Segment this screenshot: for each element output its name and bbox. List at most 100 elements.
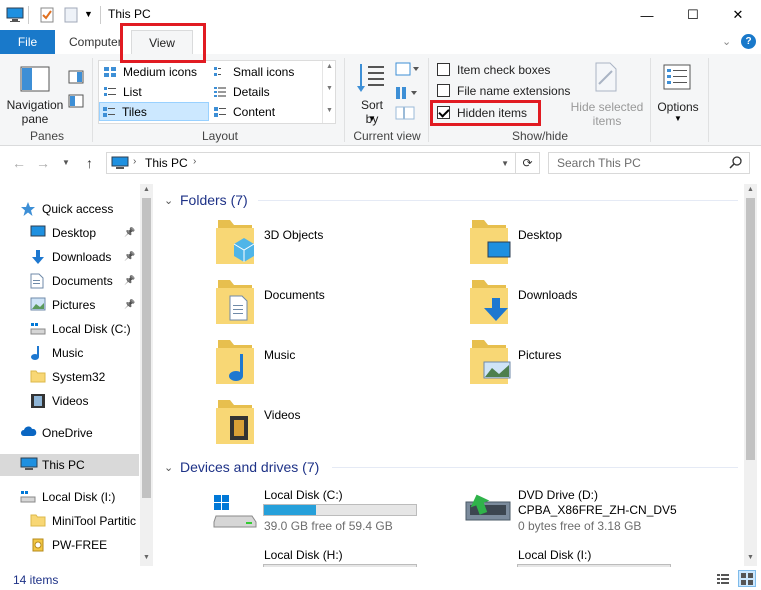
drive-tile-h[interactable]: Local Disk (H:) bbox=[208, 544, 428, 567]
forward-arrow-icon[interactable]: → bbox=[36, 155, 50, 171]
sort-by-button[interactable]: Sort by ▼ bbox=[354, 58, 390, 126]
sidebar-item-label: Pictures bbox=[52, 298, 96, 312]
sidebar-item-system32[interactable]: System32 bbox=[0, 366, 139, 388]
sidebar-item-downloads[interactable]: Downloads 📌 bbox=[0, 246, 139, 268]
computer-icon[interactable] bbox=[6, 7, 24, 26]
maximize-button[interactable]: ☐ bbox=[670, 0, 716, 30]
address-dropdown-icon[interactable]: ▼ bbox=[501, 159, 509, 168]
preview-pane-icon[interactable] bbox=[68, 70, 84, 87]
collapse-drives-icon[interactable]: ⌄ bbox=[164, 461, 173, 474]
sidebar-item-desktop[interactable]: Desktop 📌 bbox=[0, 222, 139, 244]
options-button[interactable]: Options ▼ bbox=[654, 58, 702, 124]
sidebar-item-pw-free[interactable]: PW-FREE bbox=[0, 534, 139, 556]
downloads-icon bbox=[30, 249, 46, 264]
file-name-extensions-label[interactable]: File name extensions bbox=[457, 84, 570, 98]
folder-icon bbox=[210, 334, 260, 389]
customize-toolbar-icon[interactable]: ▼ bbox=[84, 9, 93, 19]
address-field[interactable]: › This PC › ▼ bbox=[106, 152, 516, 174]
nav-pane-scrollbar[interactable]: ▲ ▼ bbox=[140, 184, 153, 566]
breadcrumb[interactable]: This PC bbox=[145, 156, 188, 170]
sidebar-item-local-disk-i[interactable]: Local Disk (I:) bbox=[0, 486, 139, 508]
drive-free-space: 39.0 GB free of 59.4 GB bbox=[264, 519, 393, 533]
folder-tile-desktop[interactable]: Desktop bbox=[462, 214, 682, 270]
tab-computer[interactable]: Computer bbox=[69, 35, 122, 49]
file-name-extensions-checkbox[interactable] bbox=[437, 84, 450, 97]
size-columns-icon[interactable] bbox=[395, 106, 415, 123]
tab-file[interactable]: File bbox=[0, 30, 55, 54]
layout-content[interactable]: Content bbox=[211, 102, 321, 121]
details-pane-icon[interactable] bbox=[68, 94, 84, 111]
pin-icon[interactable]: 📌 bbox=[124, 251, 135, 262]
content-scrollbar[interactable]: ▲ ▼ bbox=[744, 184, 757, 566]
folder-name: Documents bbox=[264, 288, 325, 302]
back-arrow-icon[interactable]: ← bbox=[12, 155, 26, 171]
sidebar-item-music[interactable]: Music bbox=[0, 342, 139, 364]
search-input[interactable]: Search This PC bbox=[548, 152, 750, 174]
divider bbox=[708, 58, 709, 142]
folder-tile-documents[interactable]: Documents bbox=[208, 274, 428, 330]
help-icon[interactable]: ? bbox=[741, 34, 756, 49]
sidebar-item-local-disk-c[interactable]: Local Disk (C:) bbox=[0, 318, 139, 340]
medium-icons-icon bbox=[104, 66, 116, 77]
content-scroll-thumb[interactable] bbox=[746, 198, 755, 460]
layout-small-icons[interactable]: Small icons bbox=[211, 62, 321, 81]
layout-gallery-scroll[interactable]: ▲ ▼ ▼ bbox=[322, 61, 335, 123]
sidebar-item-label: Documents bbox=[52, 274, 113, 288]
divider bbox=[0, 476, 139, 477]
item-check-boxes-label[interactable]: Item check boxes bbox=[457, 63, 550, 77]
minimize-button[interactable]: — bbox=[624, 0, 670, 30]
drive-tile-i[interactable]: Local Disk (I:) bbox=[462, 544, 682, 567]
folders-header[interactable]: Folders (7) bbox=[180, 192, 248, 208]
pin-icon[interactable]: 📌 bbox=[124, 227, 135, 238]
breadcrumb-chevron-icon[interactable]: › bbox=[133, 156, 136, 167]
sidebar-item-pictures[interactable]: Pictures 📌 bbox=[0, 294, 139, 316]
collapse-folders-icon[interactable]: ⌄ bbox=[164, 194, 173, 207]
drive-tile-c[interactable]: Local Disk (C:) 39.0 GB free of 59.4 GB bbox=[208, 484, 428, 534]
details-view-icon[interactable] bbox=[716, 572, 730, 589]
folder-tile-pictures[interactable]: Pictures bbox=[462, 334, 682, 390]
sidebar-item-onedrive[interactable]: OneDrive bbox=[0, 422, 139, 444]
sidebar-item-minitool-partitic[interactable]: MiniTool Partitic bbox=[0, 510, 139, 532]
drive-usage-bar bbox=[263, 564, 417, 567]
divider bbox=[258, 200, 738, 201]
recent-locations-icon[interactable]: ▼ bbox=[62, 158, 70, 167]
properties-icon[interactable] bbox=[40, 7, 54, 26]
folder-tile-videos[interactable]: Videos bbox=[208, 394, 428, 450]
item-check-boxes-checkbox[interactable] bbox=[437, 63, 450, 76]
layout-medium-icons-label: Medium icons bbox=[123, 64, 198, 79]
layout-list[interactable]: List bbox=[101, 82, 207, 101]
new-folder-icon[interactable] bbox=[64, 7, 78, 26]
sidebar-item-documents[interactable]: Documents 📌 bbox=[0, 270, 139, 292]
breadcrumb-chevron-icon[interactable]: › bbox=[193, 156, 196, 167]
navigation-pane-button[interactable]: Navigation pane bbox=[4, 58, 66, 126]
collapse-ribbon-icon[interactable]: ⌄ bbox=[722, 35, 731, 48]
folder-tile-downloads[interactable]: Downloads bbox=[462, 274, 682, 330]
star-icon bbox=[20, 201, 36, 216]
divider bbox=[428, 58, 429, 142]
layout-details[interactable]: Details bbox=[211, 82, 321, 101]
layout-tiles[interactable]: Tiles bbox=[99, 102, 209, 121]
folder-tile-3d-objects[interactable]: 3D Objects bbox=[208, 214, 428, 270]
add-columns-icon[interactable] bbox=[395, 86, 419, 103]
drive-usage-bar bbox=[517, 564, 671, 567]
group-by-icon[interactable] bbox=[395, 62, 419, 79]
drive-name: Local Disk (C:) bbox=[264, 488, 343, 502]
pin-icon[interactable]: 📌 bbox=[124, 299, 135, 310]
drive-tile-d[interactable]: DVD Drive (D:) CPBA_X86FRE_ZH-CN_DV5 0 b… bbox=[462, 484, 722, 534]
hidden-items-highlight bbox=[430, 100, 541, 126]
hide-selected-items-button[interactable]: Hide selected items bbox=[566, 58, 648, 128]
item-count: 14 items bbox=[13, 573, 59, 587]
drives-header[interactable]: Devices and drives (7) bbox=[180, 459, 319, 475]
folder-tile-music[interactable]: Music bbox=[208, 334, 428, 390]
sidebar-item-quick-access[interactable]: Quick access bbox=[0, 198, 139, 220]
nav-pane-scroll-thumb[interactable] bbox=[142, 198, 151, 498]
layout-medium-icons[interactable]: Medium icons bbox=[101, 62, 207, 81]
sidebar-item-this-pc[interactable]: This PC bbox=[0, 454, 139, 476]
pin-icon[interactable]: 📌 bbox=[124, 275, 135, 286]
large-icons-view-icon[interactable] bbox=[738, 570, 756, 587]
refresh-button[interactable]: ⟳ bbox=[516, 152, 540, 174]
search-icon bbox=[729, 155, 743, 172]
close-button[interactable]: ✕ bbox=[715, 0, 761, 30]
sidebar-item-videos[interactable]: Videos bbox=[0, 390, 139, 412]
up-arrow-icon[interactable]: ↑ bbox=[86, 155, 93, 171]
